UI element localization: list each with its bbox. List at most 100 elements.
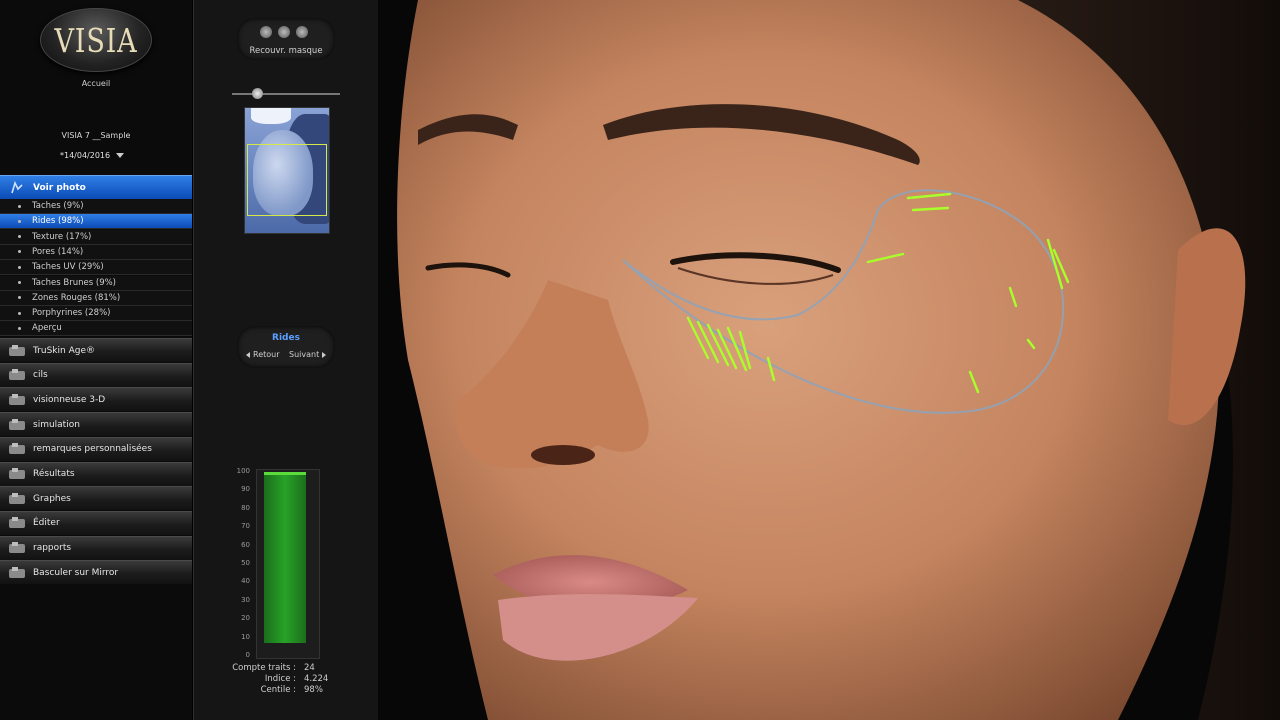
stat-key: Centile : [260,685,296,695]
visia-logo[interactable]: VISIA [40,8,152,72]
next-button[interactable]: Suivant [289,350,327,359]
stat-value: 4.224 [304,674,329,684]
truskin-age-icon [6,343,28,359]
sidebar-subitem-label: Rides (98%) [32,216,84,227]
bullet-icon [18,219,21,223]
mask-clear-icon[interactable] [278,26,290,38]
home-label[interactable]: Accueil [0,79,192,88]
session-date-dropdown[interactable]: *14/04/2016 [60,151,125,160]
reports-icon [6,540,28,556]
stats-block: Compte traits : 24 Indice : 4.224 Centile : 9… [230,663,328,696]
sidebar-item-label: rapports [33,543,72,554]
feature-navigator: Rides Retour Suivant [237,326,335,368]
sidebar-subitem[interactable]: Rides (98%) [0,214,192,230]
sidebar-item[interactable]: remarques personnalisées [0,436,192,461]
sidebar-subitem[interactable]: Aperçu [0,321,192,337]
bullet-icon [18,235,21,239]
mask-settings-icon[interactable] [296,26,308,38]
sidebar-subitem[interactable]: Pores (14%) [0,244,192,260]
bullet-icon [18,204,21,208]
sidebar-subitem-label: Texture (17%) [32,231,92,242]
sidebar-subitem-label: Zones Rouges (81%) [32,292,121,303]
sidebar-item[interactable]: TruSkin Age® [0,338,192,362]
bullet-icon [18,265,21,269]
stat-key: Indice : [264,674,296,684]
sidebar-item[interactable]: Basculer sur Mirror [0,560,192,585]
mirror-icon [6,565,28,581]
3d-viewer-icon [6,392,28,408]
sidebar-subitem[interactable]: Zones Rouges (81%) [0,290,192,306]
simulation-icon [6,417,28,433]
chevron-right-icon [322,351,327,358]
sidebar-item-label: Basculer sur Mirror [33,567,119,578]
mask-toggle-icon[interactable] [260,26,272,38]
slider-track [232,93,340,95]
next-label: Suivant [289,350,320,359]
gauge-tick-label: 40 [241,577,250,586]
face-image-viewport[interactable] [378,0,1280,720]
sidebar-item[interactable]: rapports [0,535,192,560]
sidebar-item-view-photo[interactable]: Voir photo [0,175,192,199]
slider-knob[interactable] [252,88,263,99]
gauge-tick-label: 80 [241,503,250,512]
feature-title: Rides [272,333,300,343]
face-photo [378,0,1280,720]
stat-row: Compte traits : 24 [230,663,328,674]
session-date: *14/04/2016 [60,151,111,160]
sidebar-subitem[interactable]: Taches UV (29%) [0,260,192,276]
sidebar-subitem[interactable]: Taches Brunes (9%) [0,275,192,291]
sidebar-item[interactable]: visionneuse 3-D [0,387,192,412]
gauge-tick-label: 100 [236,467,250,475]
sidebar-item-label: Graphes [33,493,71,504]
gauge-fill [264,472,306,644]
sidebar-item-label: Éditer [33,518,60,529]
sidebar-subitem-label: Porphyrines (28%) [32,308,111,319]
thumbnail-zoom-region[interactable] [247,144,327,216]
results-icon [6,466,28,482]
sidebar-item[interactable]: Éditer [0,510,192,535]
bullet-icon [18,296,21,300]
patient-name: VISIA 7 __Sample [61,131,131,140]
sidebar-subitem-label: Taches Brunes (9%) [32,277,116,288]
sidebar: VISIA Accueil VISIA 7 __Sample *14/04/20… [0,0,192,720]
previous-label: Retour [253,350,280,359]
sidebar-item-label: Voir photo [33,182,86,193]
sidebar-subitem[interactable]: Texture (17%) [0,229,192,245]
sidebar-item[interactable]: simulation [0,412,192,437]
sidebar-subitem[interactable]: Porphyrines (28%) [0,306,192,322]
sidebar-item-label: remarques personnalisées [33,444,152,455]
sidebar-item-label: visionneuse 3-D [33,394,106,405]
bullet-icon [18,250,21,254]
sidebar-item-label: simulation [33,419,80,430]
camera-icon [6,180,28,196]
sidebar-item[interactable]: cils [0,362,192,387]
bullet-icon [18,326,21,330]
gauge-tick-label: 30 [241,595,250,604]
previous-button[interactable]: Retour [246,350,280,359]
gauge-tick-label: 20 [241,614,250,623]
graphs-icon [6,491,28,507]
sidebar-item[interactable]: Résultats [0,461,192,486]
chevron-left-icon [246,351,250,358]
sidebar-subitem-label: Taches UV (29%) [32,262,104,273]
gauge-tick-label: 90 [241,485,250,494]
stat-key: Compte traits : [232,663,296,673]
stat-value: 98% [304,685,323,695]
gauge-tick-label: 10 [241,632,250,641]
sidebar-item[interactable]: Graphes [0,486,192,511]
chevron-down-icon [116,153,125,158]
sidebar-item-label: Résultats [33,469,75,479]
control-panel: Recouvr. masque Rides Retour Suivant 100… [193,0,379,720]
mask-overlay-label: Recouvr. masque [249,46,323,56]
sidebar-subitem[interactable]: Taches (9%) [0,199,192,214]
stat-row: Indice : 4.224 [230,674,328,685]
stat-row: Centile : 98% [230,685,328,696]
gauge-tick-label: 50 [241,559,250,567]
gauge-tick-label: 0 [245,651,250,659]
mask-opacity-slider[interactable] [232,88,340,99]
sidebar-subitem-label: Pores (14%) [32,246,84,257]
thumbnail-headband [251,108,291,124]
notes-icon [6,441,28,457]
face-thumbnail[interactable] [244,107,330,234]
gauge-tick-label: 70 [241,522,250,531]
